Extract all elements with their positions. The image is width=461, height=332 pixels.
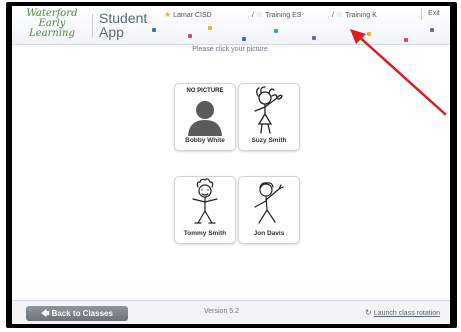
person-silhouette-icon: [188, 101, 222, 136]
header-bar: Waterford Early Learning Student App ★ La…: [12, 6, 450, 45]
confetti-dot: [188, 34, 192, 38]
confetti-dot: [367, 32, 371, 36]
stick-figure-drawing-icon: [254, 86, 283, 134]
breadcrumb-district[interactable]: ★ Lamar CISD: [164, 9, 212, 22]
launch-label: Launch class rotation: [373, 310, 440, 317]
instruction-text: Please click your picture.: [192, 46, 270, 53]
breadcrumb-label: Training ES: [265, 12, 302, 19]
footer-bar: 🡄 Back to Classes Version 5.2 ↻ Launch cl…: [12, 300, 450, 324]
student-card-bobby-white[interactable]: NO PICTURE Bobby White: [174, 83, 236, 151]
breadcrumb-class[interactable]: / ☆ Training K: [332, 9, 377, 22]
student-card-tommy-smith[interactable]: Tommy Smith: [174, 176, 236, 244]
confetti-dot: [152, 28, 156, 32]
confetti-dot: [312, 36, 316, 40]
student-app-screen: Waterford Early Learning Student App ★ La…: [12, 6, 450, 324]
launch-class-rotation-link[interactable]: ↻ Launch class rotation: [365, 308, 440, 317]
arrow-left-icon: 🡄: [41, 309, 50, 318]
student-name: Jon Davis: [253, 230, 285, 237]
breadcrumb-label: Training K: [345, 12, 377, 19]
app-title-line-1: Student: [99, 10, 148, 26]
stick-figure-drawing-icon: [254, 182, 284, 224]
breadcrumb-separator: /: [332, 12, 334, 19]
star-outline-icon: ☆: [255, 10, 264, 19]
star-filled-icon: ★: [164, 10, 172, 19]
confetti-dot: [274, 29, 278, 33]
student-name: Suzy Smith: [251, 137, 287, 144]
refresh-icon: ↻: [365, 308, 372, 317]
confetti-dot: [404, 38, 408, 42]
student-name: Tommy Smith: [183, 230, 227, 237]
exit-button[interactable]: Exit: [421, 8, 446, 20]
back-button-label: Back to Classes: [51, 309, 113, 318]
star-outline-icon: ☆: [335, 10, 344, 19]
student-card-suzy-smith[interactable]: Suzy Smith: [238, 83, 300, 151]
app-title-line-2: App: [99, 24, 124, 40]
logo-line-3: Learning: [29, 28, 75, 39]
version-label: Version 5.2: [204, 308, 240, 315]
confetti-dot: [430, 28, 434, 32]
app-title: Student App: [99, 11, 159, 39]
confetti-dot: [242, 37, 246, 41]
logo-divider: [92, 14, 93, 38]
stick-figure-drawing-icon: [192, 178, 218, 224]
student-name: Bobby White: [185, 137, 225, 144]
back-to-classes-button[interactable]: 🡄 Back to Classes: [26, 306, 128, 321]
breadcrumb-label: Lamar CISD: [173, 12, 212, 19]
confetti-dot: [208, 26, 212, 30]
breadcrumb-school[interactable]: / ☆ Training ES: [252, 9, 301, 22]
breadcrumb-separator: /: [252, 12, 254, 19]
student-card-jon-davis[interactable]: Jon Davis: [238, 176, 300, 244]
waterford-logo: Waterford Early Learning: [16, 9, 88, 43]
